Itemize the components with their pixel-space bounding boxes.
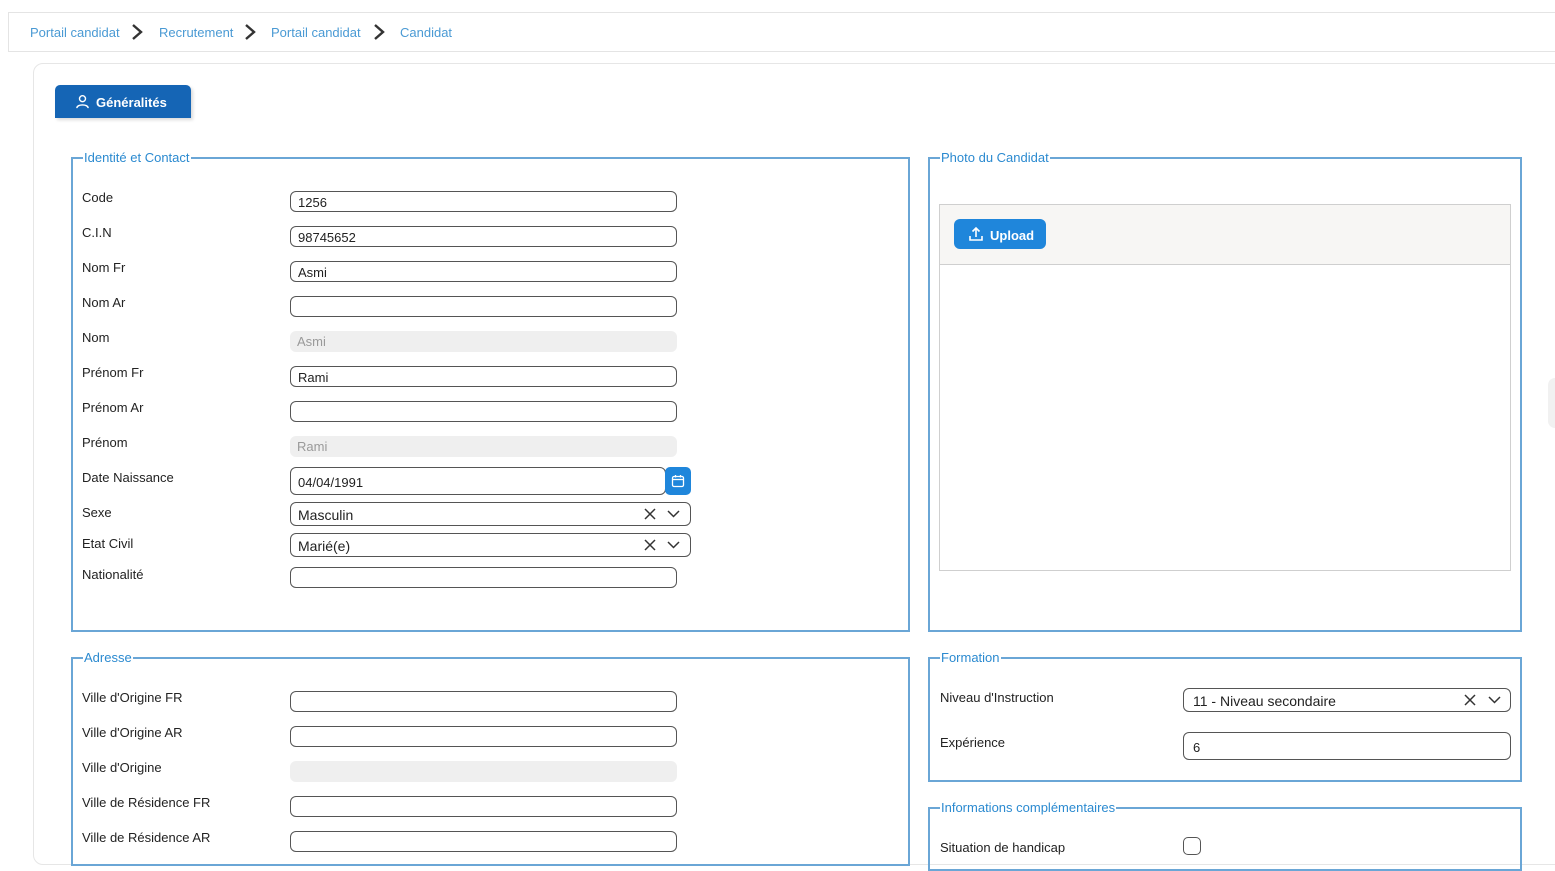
formation-legend: Formation — [941, 650, 1000, 665]
breadcrumb-item-portail-candidat-2[interactable]: Portail candidat — [271, 25, 361, 40]
chevron-down-icon[interactable] — [1488, 696, 1501, 704]
breadcrumb-item-recrutement[interactable]: Recrutement — [159, 25, 233, 40]
ville-origine-ar-input[interactable] — [290, 726, 677, 747]
chevron-right-icon — [245, 24, 256, 40]
clear-icon[interactable] — [644, 508, 656, 520]
breadcrumb-item-portail-candidat[interactable]: Portail candidat — [30, 25, 120, 40]
prenom-ar-input[interactable] — [290, 401, 677, 422]
tab-generalites[interactable]: Généralités — [55, 85, 191, 118]
prenom-fr-input[interactable]: Rami — [290, 366, 677, 387]
identite-contact-section: Identité et Contact — [71, 151, 910, 632]
date-naissance-label: Date Naissance — [82, 470, 174, 485]
informations-complementaires-section: Informations complémentaires — [928, 801, 1522, 871]
scroll-edge — [1548, 378, 1555, 428]
sexe-label: Sexe — [82, 505, 112, 520]
ville-residence-fr-label: Ville de Résidence FR — [82, 795, 211, 810]
experience-label: Expérience — [940, 735, 1006, 750]
sexe-value: Masculin — [298, 507, 354, 523]
formation-section: Formation — [928, 651, 1522, 782]
chevron-down-icon[interactable] — [667, 510, 680, 518]
niveau-instruction-value: 11 - Niveau secondaire — [1193, 693, 1336, 709]
etat-civil-select[interactable]: Marié(e) — [290, 533, 691, 557]
niveau-instruction-select[interactable]: 11 - Niveau secondaire — [1183, 688, 1511, 712]
adresse-legend: Adresse — [84, 650, 132, 665]
nom-ar-input[interactable] — [290, 296, 677, 317]
ville-origine-readonly-input — [290, 761, 677, 782]
chevron-down-icon[interactable] — [667, 541, 680, 549]
user-icon — [76, 94, 89, 109]
cin-label: C.I.N — [82, 225, 112, 240]
identite-legend: Identité et Contact — [84, 150, 190, 165]
photo-upload-area[interactable]: Upload — [939, 204, 1511, 571]
nom-ar-label: Nom Ar — [82, 295, 126, 310]
prenom-ar-label: Prénom Ar — [82, 400, 144, 415]
nationalite-label: Nationalité — [82, 567, 144, 582]
code-input[interactable]: 1256 — [290, 191, 677, 212]
upload-button[interactable]: Upload — [954, 219, 1046, 249]
breadcrumb-item-candidat[interactable]: Candidat — [400, 25, 452, 40]
handicap-label: Situation de handicap — [940, 840, 1066, 855]
etat-civil-value: Marié(e) — [298, 538, 351, 554]
nom-label: Nom — [82, 330, 110, 345]
prenom-fr-label: Prénom Fr — [82, 365, 144, 380]
ville-residence-ar-input[interactable] — [290, 831, 677, 852]
nationalite-input[interactable] — [290, 567, 677, 588]
photo-legend: Photo du Candidat — [941, 150, 1049, 165]
handicap-checkbox[interactable] — [1183, 837, 1201, 855]
experience-input[interactable]: 6 — [1183, 732, 1511, 760]
ville-residence-fr-input[interactable] — [290, 796, 677, 817]
prenom-readonly-input: Rami — [290, 436, 677, 457]
nom-readonly-input: Asmi — [290, 331, 677, 352]
breadcrumb — [8, 12, 1555, 52]
upload-toolbar: Upload — [940, 205, 1510, 265]
infos-legend: Informations complémentaires — [941, 800, 1116, 815]
chevron-right-icon — [132, 24, 143, 40]
ville-origine-ar-label: Ville d'Origine AR — [82, 725, 183, 740]
niveau-instruction-label: Niveau d'Instruction — [940, 690, 1054, 705]
nom-fr-input[interactable]: Asmi — [290, 261, 677, 282]
etat-civil-label: Etat Civil — [82, 536, 134, 551]
tab-label: Généralités — [96, 95, 167, 110]
upload-label: Upload — [990, 228, 1035, 243]
ville-origine-fr-input[interactable] — [290, 691, 677, 712]
clear-icon[interactable] — [644, 539, 656, 551]
date-naissance-input[interactable]: 04/04/1991 — [290, 467, 666, 495]
prenom-label: Prénom — [82, 435, 128, 450]
calendar-button[interactable] — [665, 467, 691, 495]
clear-icon[interactable] — [1464, 694, 1476, 706]
code-label: Code — [82, 190, 114, 205]
sexe-select[interactable]: Masculin — [290, 502, 691, 526]
chevron-right-icon — [374, 24, 385, 40]
upload-icon — [969, 226, 983, 241]
ville-origine-label: Ville d'Origine — [82, 760, 162, 775]
cin-input[interactable]: 98745652 — [290, 226, 677, 247]
calendar-icon — [671, 475, 685, 488]
nom-fr-label: Nom Fr — [82, 260, 126, 275]
ville-origine-fr-label: Ville d'Origine FR — [82, 690, 183, 705]
ville-residence-ar-label: Ville de Résidence AR — [82, 830, 211, 845]
